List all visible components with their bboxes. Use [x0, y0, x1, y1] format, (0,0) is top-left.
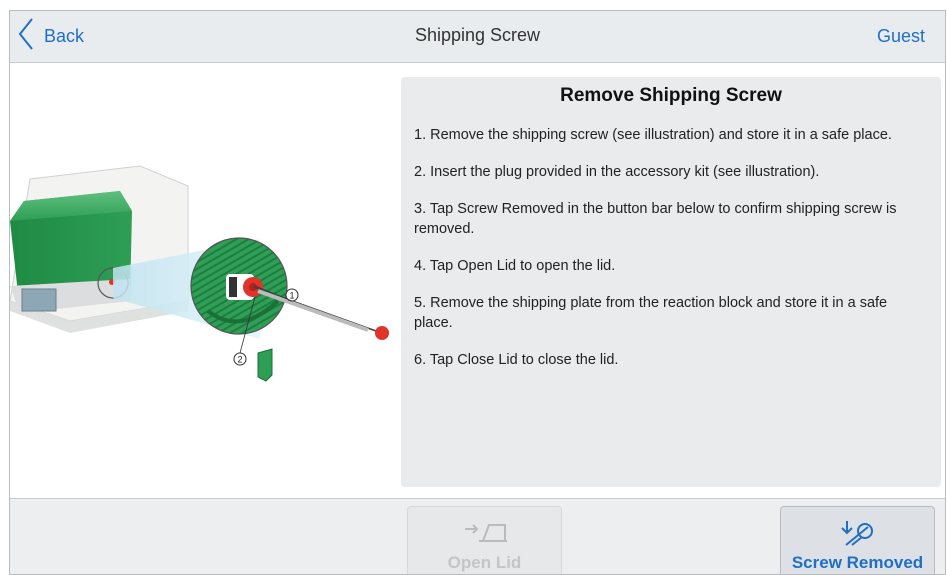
- screw-removed-button[interactable]: Screw Removed: [780, 506, 935, 574]
- instruction-step: 5. Remove the shipping plate from the re…: [414, 295, 888, 331]
- app-window: Back Shipping Screw Guest 1 2 Remove Shi…: [9, 10, 946, 575]
- instruction-step: 1. Remove the shipping screw (see illust…: [414, 127, 892, 143]
- open-lid-label: Open Lid: [447, 553, 522, 572]
- instruction-steps: 1. Remove the shipping screw (see illust…: [401, 125, 941, 370]
- button-bar: Open Lid Screw Removed: [10, 498, 945, 574]
- instruction-step: 2. Insert the plug provided in the acces…: [414, 164, 820, 180]
- open-lid-button[interactable]: Open Lid: [407, 506, 562, 574]
- screw-removed-label: Screw Removed: [791, 553, 924, 572]
- header-bar: Back Shipping Screw Guest: [10, 11, 945, 63]
- instruction-step: 4. Tap Open Lid to open the lid.: [414, 258, 616, 274]
- instructions-panel: Remove Shipping Screw 1. Remove the ship…: [401, 77, 941, 487]
- page-title: Shipping Screw: [414, 25, 541, 45]
- shipping-screw-illustration: 1 2: [10, 161, 400, 391]
- instructions-title: Remove Shipping Screw: [560, 85, 782, 106]
- callout-number-1: 1: [289, 291, 294, 301]
- instruction-step: 6. Tap Close Lid to close the lid.: [414, 352, 619, 368]
- callout-number-2: 2: [237, 355, 242, 365]
- open-lid-icon: [461, 519, 509, 547]
- user-name[interactable]: Guest: [877, 26, 925, 47]
- instruction-step: 3. Tap Screw Removed in the button bar b…: [414, 201, 897, 237]
- screw-removed-icon: [838, 519, 878, 547]
